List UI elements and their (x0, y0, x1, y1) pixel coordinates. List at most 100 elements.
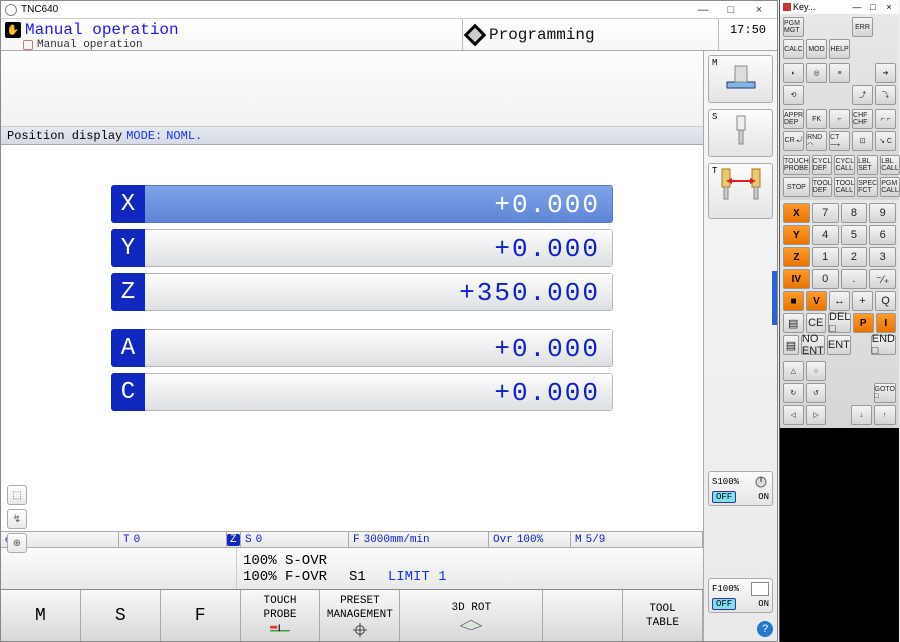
key-v[interactable]: V (806, 291, 827, 311)
key-no-ent[interactable]: NO ENT (801, 335, 825, 355)
key-z[interactable]: Z (783, 247, 810, 267)
key-3[interactable]: 3 (869, 247, 896, 267)
sidebar-f100-box[interactable]: F100% OFFON (708, 578, 773, 613)
side-icon-datum[interactable]: ⊕ (7, 533, 27, 553)
key-touch-probe[interactable]: TOUCH PROBE (783, 155, 810, 175)
key-fk[interactable]: FK (806, 109, 827, 129)
key--[interactable]: ↻ (783, 383, 804, 403)
key-7[interactable]: 7 (812, 203, 839, 223)
key-pgm-mgt[interactable]: PGM MGT (783, 17, 804, 37)
key-tool-call[interactable]: TOOL CALL (834, 177, 855, 197)
key-appr-dep[interactable]: APPR DEP (783, 109, 804, 129)
key-ce[interactable]: CE (806, 313, 827, 333)
key--c[interactable]: ↘ C (875, 131, 896, 151)
key-rnd-[interactable]: RND ◠ (806, 131, 827, 151)
key--[interactable]: ⊡ (852, 131, 873, 151)
key-end-[interactable]: END □ (871, 335, 896, 355)
key-ct-[interactable]: CT ⟶ (829, 131, 850, 151)
key-x[interactable]: X (783, 203, 810, 223)
key--[interactable]: ≡ (829, 63, 850, 83)
key-goto-[interactable]: GOTO □ (874, 383, 896, 403)
key--[interactable]: . (841, 269, 868, 289)
axis-row-z[interactable]: Z+350.000 (111, 273, 613, 311)
scroll-indicator[interactable] (772, 271, 777, 325)
key--[interactable]: ■ (783, 291, 804, 311)
softkey-3d-rot[interactable]: 3D ROT (400, 590, 543, 641)
key-p[interactable]: P (853, 313, 874, 333)
softkey-s[interactable]: S (81, 590, 161, 641)
key-cycl-call[interactable]: CYCL CALL (834, 155, 855, 175)
softkey-tool-table[interactable]: TOOL TABLE (623, 590, 703, 641)
f100-off[interactable]: OFF (712, 598, 736, 610)
key-4[interactable]: 4 (812, 225, 839, 245)
keypad-close[interactable]: × (882, 2, 896, 12)
axis-row-c[interactable]: C+0.000 (111, 373, 613, 411)
key--[interactable]: ⌐ ⌐ (875, 109, 896, 129)
key-q[interactable]: Q (875, 291, 896, 311)
keypad-minimize[interactable]: — (850, 2, 864, 12)
axis-row-x[interactable]: X+0.000 (111, 185, 613, 223)
key-pgm-call[interactable]: PGM CALL (880, 177, 900, 197)
key--[interactable]: ↔ (829, 291, 850, 311)
key--[interactable]: ⤵ (875, 85, 896, 105)
key--[interactable]: ⁻⁄₊ (869, 269, 896, 289)
key-0[interactable]: 0 (812, 269, 839, 289)
key-y[interactable]: Y (783, 225, 810, 245)
key--[interactable]: △ (783, 361, 804, 381)
key--[interactable]: ▤ (783, 313, 804, 333)
help-button[interactable]: ? (757, 621, 773, 637)
other-mode-panel[interactable]: Programming (463, 19, 719, 50)
key--[interactable]: ➔ (875, 63, 896, 83)
key-cr-[interactable]: CR ⤾ (783, 131, 804, 151)
key--[interactable]: ◎ (806, 63, 827, 83)
key-6[interactable]: 6 (869, 225, 896, 245)
key-spec-fct[interactable]: SPEC FCT (857, 177, 878, 197)
close-button[interactable]: × (745, 3, 773, 17)
softkey-preset-management[interactable]: PRESET MANAGEMENT (320, 590, 400, 641)
sidebar-t-box[interactable]: T (708, 163, 773, 219)
key-err[interactable]: ERR (852, 17, 873, 37)
s100-on[interactable]: ON (758, 492, 769, 502)
sidebar-s100-box[interactable]: S100% OFFON (708, 471, 773, 506)
key-help[interactable]: HELP (829, 39, 850, 59)
key-2[interactable]: 2 (841, 247, 868, 267)
axis-row-y[interactable]: Y+0.000 (111, 229, 613, 267)
s100-off[interactable]: OFF (712, 491, 736, 503)
key--[interactable]: ◁ (783, 405, 804, 425)
side-icon-probe[interactable]: ⬚ (7, 485, 27, 505)
key-lbl-call[interactable]: LBL CALL (880, 155, 900, 175)
key-tool-def[interactable]: TOOL DEF (812, 177, 833, 197)
key-1[interactable]: 1 (812, 247, 839, 267)
softkey-f[interactable]: F (161, 590, 241, 641)
key-calc[interactable]: CALC (783, 39, 804, 59)
minimize-button[interactable]: — (689, 3, 717, 17)
softkey-touch-probe[interactable]: TOUCH PROBE (241, 590, 321, 641)
keypad-maximize[interactable]: □ (866, 2, 880, 12)
key--[interactable]: ⤴ (852, 85, 873, 105)
key-iv[interactable]: IV (783, 269, 810, 289)
key--[interactable]: + (852, 291, 873, 311)
key-ent[interactable]: ENT (827, 335, 851, 355)
axis-row-a[interactable]: A+0.000 (111, 329, 613, 367)
key--[interactable]: ↺ (806, 383, 827, 403)
sidebar-s-box[interactable]: S (708, 109, 773, 157)
key-8[interactable]: 8 (841, 203, 868, 223)
key-9[interactable]: 9 (869, 203, 896, 223)
key-del-[interactable]: DEL □ (828, 313, 851, 333)
key--[interactable]: ↑ (874, 405, 896, 425)
key--[interactable]: ▷ (806, 405, 827, 425)
key--[interactable]: ◐ (783, 63, 804, 83)
side-icon-ref[interactable]: ↯ (7, 509, 27, 529)
f100-on[interactable]: ON (758, 599, 769, 609)
key-lbl-set[interactable]: LBL SET (857, 155, 878, 175)
sidebar-m-box[interactable]: M (708, 55, 773, 103)
maximize-button[interactable]: □ (717, 3, 745, 17)
key-i[interactable]: I (876, 313, 897, 333)
key--[interactable]: ⟲ (783, 85, 804, 105)
key-chf-chf[interactable]: CHF CHF (852, 109, 873, 129)
key-5[interactable]: 5 (841, 225, 868, 245)
key-mod[interactable]: MOD (806, 39, 827, 59)
key--[interactable]: ↓ (851, 405, 872, 425)
key--[interactable]: ⌐ (829, 109, 850, 129)
key-stop[interactable]: STOP (783, 177, 810, 197)
